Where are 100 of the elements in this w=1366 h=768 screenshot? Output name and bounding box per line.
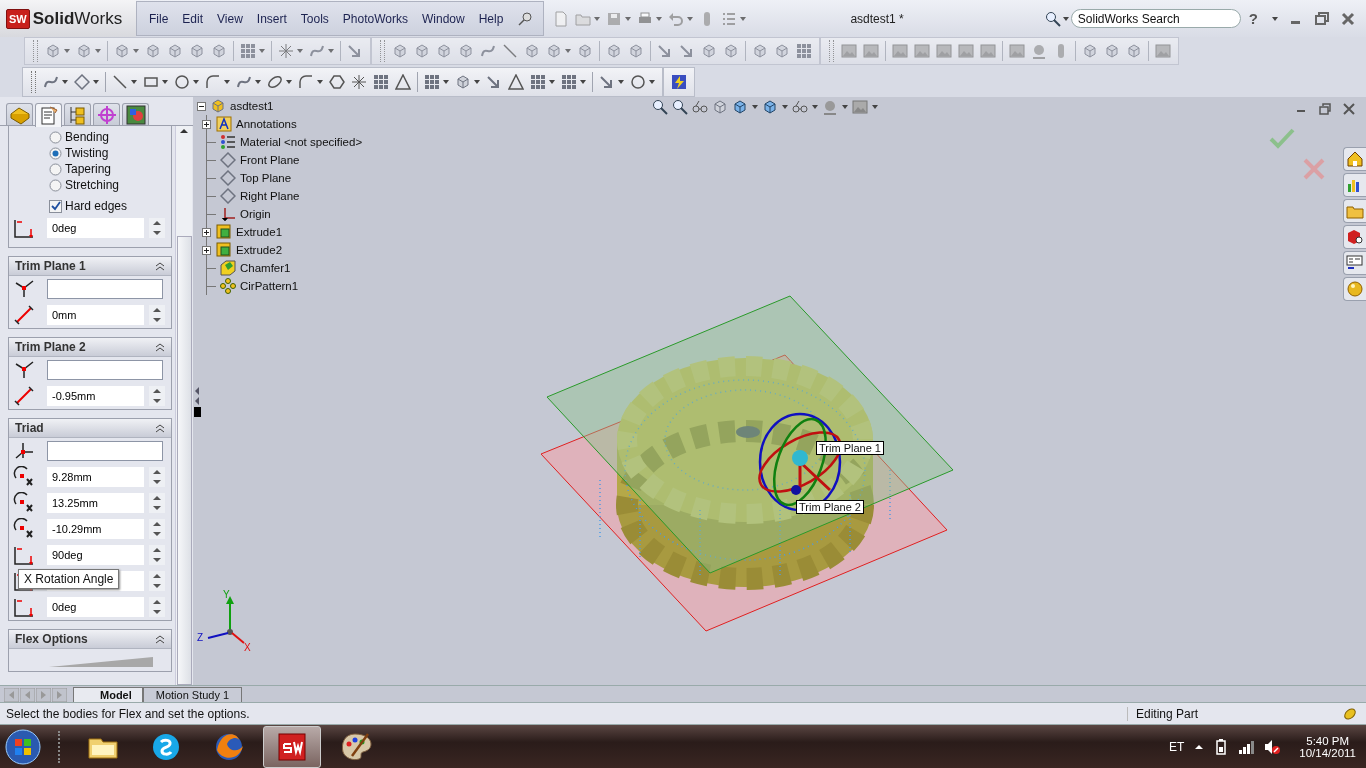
expander-icon[interactable] — [202, 245, 211, 255]
tree-item[interactable]: Origin — [240, 208, 271, 220]
expander-icon[interactable] — [202, 119, 211, 129]
cube-icon[interactable] — [455, 74, 471, 90]
spinner-icon[interactable] — [149, 305, 165, 325]
arc-icon[interactable] — [298, 74, 314, 90]
grid-icon[interactable] — [530, 74, 546, 90]
arrow-icon[interactable] — [657, 43, 673, 59]
help-button[interactable]: ? — [1248, 10, 1258, 27]
cube-icon[interactable] — [1082, 43, 1098, 59]
collapse-icon[interactable] — [155, 342, 165, 352]
glasses-icon[interactable] — [792, 99, 808, 115]
polygon-icon[interactable] — [329, 74, 345, 90]
list-icon[interactable] — [721, 10, 738, 27]
task-pane-tab[interactable] — [1343, 173, 1366, 197]
menu-item[interactable]: Window — [422, 11, 465, 26]
restore-icon[interactable] — [1314, 10, 1330, 27]
magnifier-icon[interactable] — [672, 99, 688, 115]
task-pane-tab[interactable] — [1343, 225, 1366, 249]
menu-item[interactable]: Insert — [256, 11, 287, 26]
input-field[interactable]: 90deg — [47, 545, 144, 565]
section-header[interactable]: Flex Options — [9, 630, 171, 649]
rebuild-icon[interactable] — [1342, 705, 1358, 722]
curve-icon[interactable] — [236, 74, 252, 90]
caret-icon[interactable] — [193, 80, 199, 84]
plane-icon[interactable] — [74, 74, 90, 90]
caret-icon[interactable] — [752, 105, 758, 109]
cube-icon[interactable] — [189, 43, 205, 59]
radio-option[interactable]: Bending — [9, 129, 171, 145]
picture-icon[interactable] — [936, 43, 952, 59]
collapse-icon[interactable] — [155, 261, 165, 271]
input-field[interactable]: 0deg — [47, 218, 144, 238]
caret-icon[interactable] — [64, 49, 70, 53]
rectangle-icon[interactable] — [143, 74, 159, 90]
close-icon[interactable] — [1340, 10, 1356, 27]
tree-item[interactable]: CirPattern1 — [240, 280, 299, 292]
line-icon[interactable] — [502, 43, 518, 59]
input-field[interactable]: 9.28mm — [47, 467, 144, 487]
picture-icon[interactable] — [1009, 43, 1025, 59]
caret-icon[interactable] — [133, 49, 139, 53]
spinner-icon[interactable] — [149, 386, 165, 406]
caret-icon[interactable] — [62, 80, 68, 84]
language-indicator[interactable]: ET — [1168, 739, 1185, 754]
cube-icon[interactable] — [1104, 43, 1120, 59]
tree-item[interactable]: asdtest1 — [230, 100, 274, 112]
star-icon[interactable] — [351, 74, 367, 90]
cube-icon[interactable] — [145, 43, 161, 59]
bolt-icon[interactable] — [671, 74, 687, 90]
spinner-icon[interactable] — [149, 467, 165, 487]
caret-icon[interactable] — [625, 16, 632, 21]
caret-icon[interactable] — [549, 80, 555, 84]
signal-icon[interactable] — [1238, 739, 1255, 754]
tree-item[interactable]: Extrude1 — [236, 226, 283, 238]
grid-icon[interactable] — [373, 74, 389, 90]
caret-icon[interactable] — [131, 80, 137, 84]
sphere-icon[interactable] — [1031, 43, 1047, 59]
glasses-icon[interactable] — [692, 99, 708, 115]
section-header[interactable]: Trim Plane 1 — [9, 257, 171, 276]
restore-icon[interactable] — [1318, 102, 1332, 116]
cube-icon[interactable] — [211, 43, 227, 59]
arrow-icon[interactable] — [599, 74, 615, 90]
caret-icon[interactable] — [1062, 16, 1069, 21]
panel-tab[interactable] — [64, 103, 91, 125]
tree-item[interactable]: Material <not specified> — [240, 136, 363, 148]
cube-icon[interactable] — [701, 43, 717, 59]
tree-item[interactable]: Chamfer1 — [240, 262, 291, 274]
section-header[interactable]: Triad — [9, 419, 171, 438]
expander-icon[interactable] — [197, 101, 206, 111]
caret-icon[interactable] — [565, 49, 571, 53]
caret-icon[interactable] — [618, 80, 624, 84]
caret-icon[interactable] — [687, 16, 694, 21]
ellipse-icon[interactable] — [267, 74, 283, 90]
cube-icon[interactable] — [774, 43, 790, 59]
radio-option[interactable]: Twisting — [9, 145, 171, 161]
caret-icon[interactable] — [93, 80, 99, 84]
cube-icon[interactable] — [546, 43, 562, 59]
clock[interactable]: 5:40 PM 10/14/2011 — [1299, 734, 1356, 759]
picture-icon[interactable] — [841, 43, 857, 59]
line-icon[interactable] — [112, 74, 128, 90]
star-icon[interactable] — [278, 43, 294, 59]
tree-item[interactable]: Front Plane — [240, 154, 300, 166]
close-icon[interactable] — [1342, 102, 1356, 116]
caret-icon[interactable] — [474, 80, 480, 84]
tree-item[interactable]: Top Plane — [240, 172, 292, 184]
search-icon[interactable] — [1044, 10, 1061, 27]
spinner-icon[interactable] — [149, 218, 165, 238]
picture-icon[interactable] — [980, 43, 996, 59]
cube-icon[interactable] — [712, 99, 728, 115]
grid-icon[interactable] — [424, 74, 440, 90]
caret-icon[interactable] — [297, 49, 303, 53]
caret-icon[interactable] — [1272, 16, 1278, 21]
cube-icon[interactable] — [414, 43, 430, 59]
show-hidden-icon[interactable] — [1194, 742, 1205, 751]
menu-item[interactable]: Edit — [182, 11, 204, 26]
cube-icon[interactable] — [167, 43, 183, 59]
arc-icon[interactable] — [205, 74, 221, 90]
curve-icon[interactable] — [309, 43, 325, 59]
caret-icon[interactable] — [594, 16, 601, 21]
spinner-icon[interactable] — [149, 571, 165, 591]
curve-icon[interactable] — [43, 74, 59, 90]
